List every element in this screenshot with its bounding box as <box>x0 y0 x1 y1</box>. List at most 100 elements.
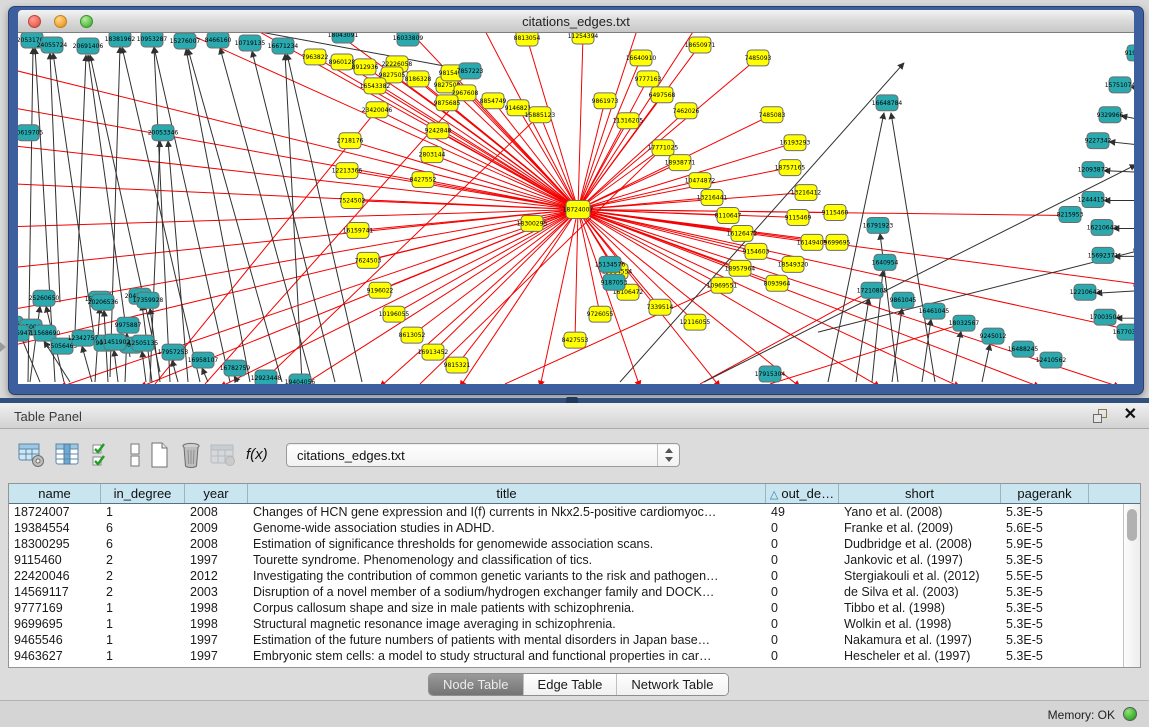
graph-node[interactable]: 12923448 <box>251 370 282 384</box>
graph-node[interactable]: 19404056 <box>285 374 316 384</box>
column-header-in_degree[interactable]: in_degree <box>101 484 185 503</box>
graph-node[interactable]: 9242848 <box>425 123 452 139</box>
graph-node[interactable]: 17957253 <box>158 344 189 360</box>
graph-node[interactable]: 2803144 <box>419 147 446 163</box>
graph-node[interactable]: 8427553 <box>562 332 589 348</box>
table-row[interactable]: 977716911998Corpus callosum shape and si… <box>9 600 1123 616</box>
graph-node[interactable]: 20206536 <box>88 294 119 310</box>
graph-node[interactable]: 9187053 <box>601 274 628 290</box>
column-header-title[interactable]: title <box>248 484 766 503</box>
graph-node[interactable]: 8466160 <box>205 33 232 48</box>
graph-node[interactable]: 18381962 <box>105 33 136 47</box>
graph-node[interactable]: 12210643 <box>1070 284 1101 300</box>
table-row[interactable]: 1938455462009Genome-wide association stu… <box>9 520 1123 536</box>
window-titlebar[interactable]: citations_edges.txt <box>18 10 1134 33</box>
close-panel-button[interactable]: ✕ <box>1124 406 1137 424</box>
graph-node[interactable]: 12410562 <box>1036 352 1067 368</box>
table-row[interactable]: 946554611997Estimation of the future num… <box>9 632 1123 648</box>
scrollbar-thumb[interactable] <box>1127 509 1137 541</box>
graph-node[interactable]: 8093964 <box>764 275 791 291</box>
graph-node[interactable]: 10474872 <box>685 173 716 189</box>
tab-edge-table[interactable]: Edge Table <box>524 674 618 695</box>
graph-node[interactable]: 15751074 <box>1105 77 1134 93</box>
graph-node[interactable]: 17003504 <box>1090 309 1121 325</box>
column-header-out_de[interactable]: △out_de… <box>766 484 839 503</box>
table-row[interactable]: 2242004622012Investigating the contribut… <box>9 568 1123 584</box>
graph-node[interactable]: 18043091 <box>328 33 359 43</box>
graph-node[interactable]: 9329966 <box>1097 107 1124 123</box>
table-row[interactable]: 969969511998Structural magnetic resonanc… <box>9 616 1123 632</box>
column-header-short[interactable]: short <box>839 484 1001 503</box>
graph-node[interactable]: 12093872 <box>1078 162 1109 178</box>
graph-node[interactable]: 8427552 <box>410 172 437 188</box>
graph-node[interactable]: 9726055 <box>587 306 614 322</box>
graph-node[interactable]: 16782759 <box>220 360 251 376</box>
graph-node[interactable]: 7857223 <box>457 63 484 79</box>
graph-node[interactable]: 8912936 <box>352 59 379 75</box>
graph-node[interactable]: 2718176 <box>337 133 364 149</box>
graph-node[interactable]: 18032567 <box>949 315 980 331</box>
column-header-name[interactable]: name <box>9 484 101 503</box>
graph-node[interactable]: 11316205 <box>613 113 644 129</box>
graph-node[interactable]: 9194562 <box>1125 45 1134 61</box>
graph-node[interactable]: 15885123 <box>525 107 556 123</box>
graph-node[interactable]: 20053346 <box>148 125 179 141</box>
graph-node[interactable]: 6497568 <box>649 87 676 103</box>
graph-node[interactable]: 9154603 <box>743 243 770 259</box>
table-selector-dropdown[interactable]: citations_edges.txt <box>286 443 680 467</box>
graph-node[interactable]: 16791923 <box>863 217 894 233</box>
graph-node[interactable]: 9115469 <box>785 209 812 225</box>
graph-node[interactable]: 1640954 <box>872 254 899 270</box>
table-row[interactable]: 1830029562008Estimation of significance … <box>9 536 1123 552</box>
graph-node[interactable]: 23420046 <box>362 102 393 118</box>
graph-node[interactable]: 15276007 <box>170 33 201 49</box>
graph-node[interactable]: 9875685 <box>434 95 461 111</box>
table-row[interactable]: 911546021997Tourette syndrome. Phenomeno… <box>9 552 1123 568</box>
table-row[interactable]: 946362711997Embryonic stem cells: a mode… <box>9 648 1123 664</box>
graph-node[interactable]: 9861973 <box>592 93 619 109</box>
graph-node[interactable]: 10969551 <box>707 277 738 293</box>
tab-network-table[interactable]: Network Table <box>617 674 727 695</box>
graph-node[interactable]: 10196055 <box>379 306 410 322</box>
graph-node[interactable]: 16210643 <box>1087 219 1118 235</box>
graph-node[interactable]: 7462026 <box>673 103 700 119</box>
tab-node-table[interactable]: Node Table <box>429 674 524 695</box>
function-builder-button[interactable]: f(x) <box>246 446 280 476</box>
graph-node[interactable]: 16648784 <box>872 95 903 111</box>
select-columns-button[interactable] <box>88 440 118 470</box>
float-panel-button[interactable] <box>1093 408 1109 424</box>
delete-table-button[interactable] <box>176 440 206 470</box>
graph-node[interactable]: 13216441 <box>697 190 728 206</box>
graph-node[interactable]: 7339514 <box>647 299 674 315</box>
graph-node[interactable]: 9975887 <box>115 317 142 333</box>
table-row[interactable]: 1872400712008Changes of HCN gene express… <box>9 504 1123 520</box>
graph-node[interactable]: 7485083 <box>759 107 786 123</box>
column-header-year[interactable]: year <box>185 484 248 503</box>
graph-node[interactable]: 7524502 <box>339 193 366 209</box>
graph-node[interactable]: 16461045 <box>919 303 950 319</box>
graph-node[interactable]: 16488245 <box>1008 341 1039 357</box>
graph-node[interactable]: 12213366 <box>332 163 363 179</box>
graph-node[interactable]: 7963822 <box>302 49 329 65</box>
graph-node[interactable]: 16671234 <box>268 38 299 54</box>
graph-node[interactable]: 9196022 <box>367 282 394 298</box>
graph-node[interactable]: 8813054 <box>514 33 541 46</box>
graph-node[interactable]: 16193293 <box>780 135 811 151</box>
graph-node[interactable]: 18724007 <box>563 201 594 219</box>
graph-node[interactable]: 9815321 <box>444 357 471 373</box>
graph-node[interactable]: 16958107 <box>188 352 219 368</box>
graph-node[interactable]: 8215953 <box>1057 207 1084 223</box>
column-header-pagerank[interactable]: pagerank <box>1001 484 1089 503</box>
graph-node[interactable]: 18300295 <box>517 215 548 231</box>
graph-node[interactable]: 17915304 <box>755 366 786 382</box>
graph-node[interactable]: 25260650 <box>29 290 60 306</box>
graph-node[interactable]: 8110647 <box>715 208 742 224</box>
graph-node[interactable]: 7624503 <box>355 252 382 268</box>
graph-node[interactable]: 18957964 <box>725 260 756 276</box>
graph-node[interactable]: 16913452 <box>418 344 449 360</box>
memory-ok-indicator[interactable] <box>1123 707 1137 721</box>
graph-node[interactable]: 15692371 <box>1088 247 1119 263</box>
graph-node[interactable]: 8186328 <box>405 71 432 87</box>
graph-node[interactable]: 24055724 <box>37 37 68 53</box>
graph-node[interactable]: 12505135 <box>128 335 159 351</box>
